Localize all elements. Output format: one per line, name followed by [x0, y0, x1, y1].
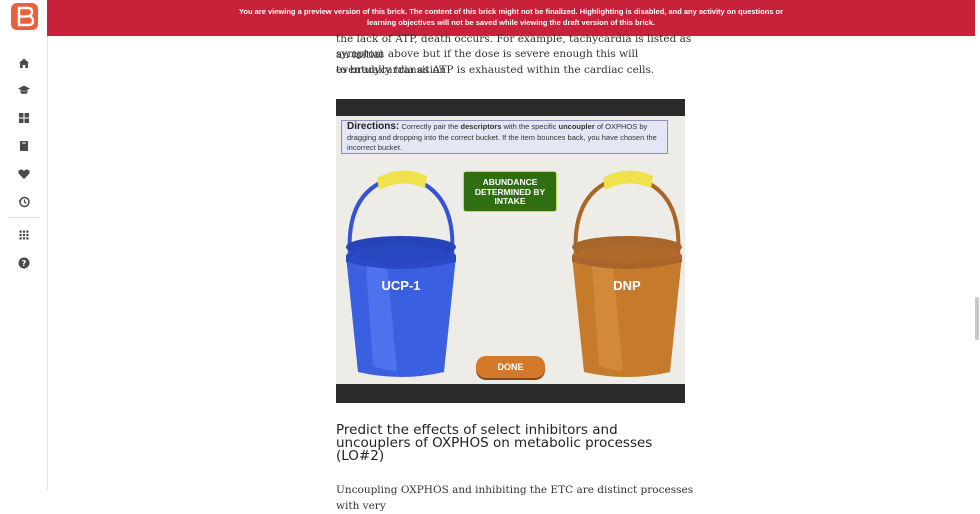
apps-grid-icon[interactable]	[17, 228, 31, 242]
banner-line-1: You are viewing a preview version of thi…	[238, 7, 784, 16]
directions-box: Directions: Correctly pair the descripto…	[341, 120, 668, 154]
home-icon[interactable]	[17, 56, 31, 70]
directions-text: with the specific	[501, 122, 559, 131]
help-icon[interactable]: ?	[17, 256, 31, 270]
drag-drop-game: Directions: Correctly pair the descripto…	[336, 99, 685, 403]
done-button[interactable]: DONE	[476, 356, 545, 378]
draggable-descriptor-card[interactable]: ABUNDANCE DETERMINED BY INTAKE	[463, 171, 557, 212]
bucket-left-label: UCP-1	[381, 278, 420, 293]
directions-bold: descriptors	[460, 122, 502, 131]
dashboard-icon[interactable]	[17, 111, 31, 125]
directions-title: Directions:	[347, 121, 400, 132]
history-icon[interactable]	[17, 195, 31, 209]
game-stage: Directions: Correctly pair the descripto…	[336, 116, 685, 384]
card-line: INTAKE	[494, 196, 526, 206]
bucket-dnp[interactable]: DNP	[566, 166, 691, 381]
directions-text: Correctly pair the	[399, 122, 461, 131]
directions-bold: uncoupler	[558, 122, 595, 131]
library-icon[interactable]	[17, 139, 31, 153]
banner-line-2: learning objectives will not be saved wh…	[367, 18, 655, 27]
heart-icon[interactable]	[17, 167, 31, 181]
sidebar: ?	[0, 0, 48, 490]
graduation-cap-icon[interactable]	[17, 83, 31, 97]
section-heading: Predict the effects of select inhibitors…	[336, 422, 653, 464]
brillder-logo-icon[interactable]	[11, 3, 38, 30]
scrollbar-thumb[interactable]	[975, 297, 979, 340]
svg-text:?: ?	[22, 259, 27, 268]
paragraph-line: to bradycardia as ATP is exhausted withi…	[336, 64, 655, 76]
sidebar-divider	[8, 217, 40, 218]
paragraph-line: Uncoupling OXPHOS and inhibiting the ETC…	[336, 484, 694, 512]
bucket-right-label: DNP	[613, 278, 641, 293]
bucket-ucp1[interactable]: UCP-1	[339, 166, 464, 381]
